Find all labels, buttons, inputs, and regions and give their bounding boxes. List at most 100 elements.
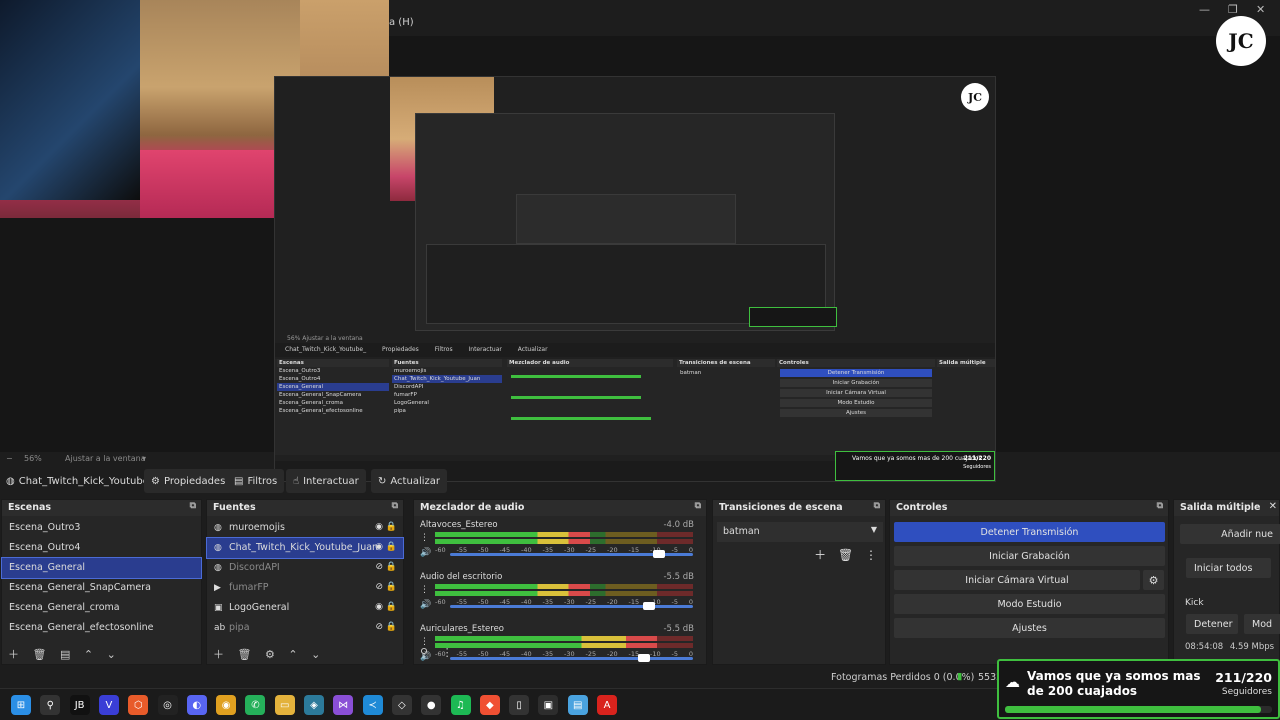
float-icon[interactable]: ⧉	[190, 501, 196, 511]
vivaldi-icon[interactable]: V	[98, 695, 119, 715]
terminal-icon[interactable]: ▯	[509, 695, 530, 715]
scene-item[interactable]: Escena_Outro3	[2, 518, 201, 538]
eye-hidden-icon[interactable]: ⊘	[375, 562, 383, 572]
preview-canvas[interactable]: JC JC 56% Ajustar a la ventana Chat_Twit…	[0, 0, 1280, 482]
float-icon[interactable]: ⧉	[1157, 501, 1163, 511]
scene-filter-icon[interactable]: ▤	[60, 648, 70, 661]
eye-icon[interactable]: ◉	[375, 542, 383, 552]
more-icon[interactable]: ⋮	[865, 548, 877, 562]
add-output-button[interactable]: Añadir nue	[1180, 524, 1280, 544]
volume-knob[interactable]	[643, 602, 656, 610]
spotify-icon[interactable]: ♫	[450, 695, 471, 715]
modify-output-button[interactable]: Mod	[1244, 614, 1280, 634]
nested-transitions-title: Transiciones de escena	[677, 359, 775, 367]
zoom-fit[interactable]: Ajustar a la ventana	[65, 454, 146, 463]
transition-select[interactable]: batman ▼	[717, 522, 883, 542]
eye-hidden-icon[interactable]: ⊘	[375, 582, 383, 592]
more-icon[interactable]: ⋮	[420, 585, 429, 595]
source-settings-icon[interactable]: ⚙	[265, 648, 275, 661]
stop-output-button[interactable]: Detener	[1186, 614, 1238, 634]
lock-icon[interactable]: 🔒	[386, 622, 397, 632]
eye-icon[interactable]: ◉	[375, 522, 383, 532]
obs-icon[interactable]: ◎	[157, 695, 178, 715]
discord-icon[interactable]: ◐	[186, 695, 207, 715]
lock-icon[interactable]: 🔒	[386, 542, 397, 552]
volume-knob[interactable]	[652, 550, 665, 558]
windows-terminal-icon[interactable]: ▣	[538, 695, 559, 715]
interact-button[interactable]: ☝ Interactuar	[286, 469, 366, 493]
start-virtual-cam-button[interactable]: Iniciar Cámara Virtual	[894, 570, 1140, 590]
properties-button[interactable]: ⚙ Propiedades	[144, 469, 233, 493]
source-item[interactable]: ab pipa ⊘ 🔒	[207, 618, 403, 638]
speaker-icon[interactable]: 🔊	[420, 600, 431, 610]
start-recording-button[interactable]: Iniciar Grabación	[894, 546, 1165, 566]
menu-fragment[interactable]: a (H)	[389, 17, 414, 28]
settings-button[interactable]: Ajustes	[894, 618, 1165, 638]
volume-slider[interactable]	[450, 550, 693, 558]
lock-icon[interactable]: 🔒	[386, 562, 397, 572]
zoom-minus-icon[interactable]: −	[6, 454, 13, 463]
zoom-level[interactable]: 56%	[24, 454, 42, 463]
unity-icon[interactable]: ◇	[391, 695, 412, 715]
virtual-cam-settings-icon[interactable]: ⚙	[1143, 570, 1164, 590]
restore-button[interactable]: ❐	[1228, 3, 1238, 16]
close-button[interactable]: ✕	[1256, 3, 1265, 16]
source-item[interactable]: ◍ Chat_Twitch_Kick_Youtube_Juan ◉ 🔒	[206, 537, 404, 559]
acrobat-icon[interactable]: A	[597, 695, 617, 715]
float-icon[interactable]: ⧉	[695, 501, 701, 511]
lock-icon[interactable]: 🔒	[386, 582, 397, 592]
remove-source-icon[interactable]: 🗑	[238, 648, 252, 661]
eye-hidden-icon[interactable]: ⊘	[375, 622, 383, 632]
move-up-icon[interactable]: ⌃	[84, 648, 93, 661]
speaker-icon[interactable]: 🔊	[420, 548, 431, 558]
remove-transition-icon[interactable]: 🗑	[838, 548, 853, 562]
close-icon[interactable]: ✕	[1269, 501, 1277, 512]
zoom-dropdown-icon[interactable]: ▾	[142, 454, 146, 463]
scene-item[interactable]: Escena_Outro4	[2, 538, 201, 558]
scene-item[interactable]: Escena_General_SnapCamera	[2, 578, 201, 598]
minimize-button[interactable]: —	[1199, 3, 1210, 16]
source-item[interactable]: ▣ LogoGeneral ◉ 🔒	[207, 598, 403, 618]
windows-icon[interactable]: ⊞	[11, 695, 31, 715]
start-all-button[interactable]: Iniciar todos	[1186, 558, 1271, 578]
more-icon[interactable]: ⋮	[420, 533, 429, 543]
refresh-button[interactable]: ↻ Actualizar	[371, 469, 447, 493]
source-item[interactable]: ◍ muroemojis ◉ 🔒	[207, 518, 403, 538]
lock-icon[interactable]: 🔒	[386, 602, 397, 612]
file-explorer-icon[interactable]: ▭	[274, 695, 295, 715]
notepad-icon[interactable]: ▤	[567, 695, 588, 715]
remove-scene-icon[interactable]: 🗑	[33, 648, 47, 661]
search-icon[interactable]: ⚲	[40, 695, 61, 715]
add-transition-icon[interactable]: ＋	[814, 548, 826, 562]
jetbrains-icon[interactable]: JB	[69, 695, 90, 715]
stop-stream-button[interactable]: Detener Transmisión	[894, 522, 1165, 542]
lock-icon[interactable]: 🔒	[386, 522, 397, 532]
move-down-icon[interactable]: ⌄	[107, 648, 116, 661]
whatsapp-icon[interactable]: ✆	[245, 695, 266, 715]
scene-item[interactable]: Escena_General	[1, 557, 202, 579]
scene-item[interactable]: Escena_General_croma	[2, 598, 201, 618]
chrome-canary-icon[interactable]: ◉	[216, 695, 237, 715]
brave-icon[interactable]: ⬡	[128, 695, 149, 715]
git-icon[interactable]: ◆	[479, 695, 500, 715]
source-item[interactable]: ◍ DiscordAPI ⊘ 🔒	[207, 558, 403, 578]
scene-item[interactable]: Escena_General_efectosonline	[2, 618, 201, 638]
filters-button[interactable]: ▤ Filtros	[227, 469, 285, 493]
cube-icon[interactable]: ◈	[304, 695, 324, 715]
visual-studio-icon[interactable]: ⋈	[333, 695, 354, 715]
float-icon[interactable]: ⧉	[392, 501, 398, 511]
studio-mode-button[interactable]: Modo Estudio	[894, 594, 1165, 614]
github-icon[interactable]: ●	[421, 695, 442, 715]
move-down-icon[interactable]: ⌄	[311, 648, 320, 661]
eye-icon[interactable]: ◉	[375, 602, 383, 612]
vscode-icon[interactable]: ≺	[362, 695, 383, 715]
add-source-icon[interactable]: ＋	[213, 648, 224, 661]
add-scene-icon[interactable]: ＋	[8, 648, 19, 661]
chevron-down-icon: ▼	[870, 525, 877, 534]
link-icon[interactable]: ⚲	[420, 646, 428, 659]
source-item[interactable]: ▶ fumarFP ⊘ 🔒	[207, 578, 403, 598]
move-up-icon[interactable]: ⌃	[288, 648, 297, 661]
volume-slider[interactable]	[450, 602, 693, 610]
float-icon[interactable]: ⧉	[874, 501, 880, 511]
more-icon[interactable]: ⋮	[442, 646, 453, 659]
